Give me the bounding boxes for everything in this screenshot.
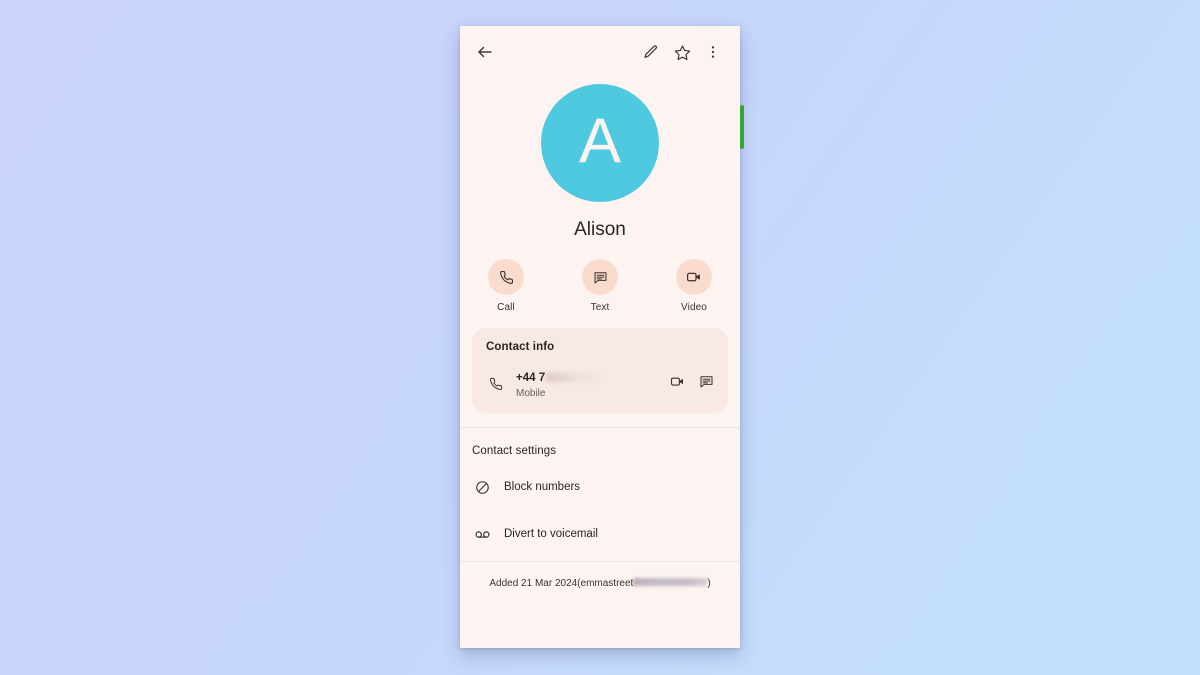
phone-device-frame: A Alison Call Text Video Contact info +4… [460, 26, 740, 648]
back-arrow-icon[interactable] [472, 39, 498, 65]
more-options-icon[interactable] [700, 39, 726, 65]
phone-row-actions [670, 374, 714, 394]
app-top-bar [460, 26, 740, 78]
quick-action-video-label: Video [681, 302, 707, 313]
avatar[interactable]: A [541, 84, 659, 202]
volume-indicator [740, 105, 744, 149]
phone-number-type: Mobile [516, 388, 546, 399]
block-icon [472, 480, 492, 495]
video-icon[interactable] [670, 374, 685, 394]
edit-pencil-icon[interactable] [638, 39, 664, 65]
contact-settings-title: Contact settings [472, 445, 557, 457]
contact-name: Alison [574, 219, 626, 240]
phone-screen: A Alison Call Text Video Contact info +4… [460, 26, 740, 648]
phone-number-redaction [546, 373, 607, 382]
added-footer-text: Added 21 Mar 2024(emmastreet [489, 578, 634, 589]
setting-row-block-numbers[interactable]: Block numbers [472, 470, 728, 504]
favorite-star-icon[interactable] [669, 39, 695, 65]
phone-icon [486, 377, 506, 391]
quick-action-call-label: Call [497, 302, 515, 313]
quick-action-video[interactable]: Video [667, 259, 721, 313]
added-footer: Added 21 Mar 2024(emmastreet) [460, 562, 740, 589]
phone-icon [488, 259, 524, 295]
added-footer-redaction [633, 578, 708, 586]
voicemail-icon [472, 526, 492, 543]
contact-info-section: Contact info +44 7 Mobile [460, 313, 740, 413]
contact-settings-section: Contact settings Block numbers Divert to… [460, 428, 740, 551]
phone-number: +44 7 [516, 371, 607, 385]
contact-info-card: Contact info +44 7 Mobile [472, 328, 728, 413]
added-footer-paren: ) [707, 578, 711, 589]
quick-actions-row: Call Text Video [460, 259, 740, 313]
phone-number-visible: +44 7 [516, 372, 546, 384]
setting-label-block-numbers: Block numbers [504, 481, 581, 493]
quick-action-text-label: Text [590, 302, 610, 313]
quick-action-text[interactable]: Text [573, 259, 627, 313]
video-icon [676, 259, 712, 295]
message-icon [582, 259, 618, 295]
phone-number-row[interactable]: +44 7 Mobile [486, 368, 714, 399]
phone-text-block: +44 7 Mobile [516, 368, 670, 399]
setting-row-divert-voicemail[interactable]: Divert to voicemail [472, 517, 728, 551]
avatar-letter: A [578, 105, 622, 176]
message-icon[interactable] [699, 374, 714, 394]
setting-label-divert-voicemail: Divert to voicemail [504, 528, 598, 540]
avatar-container: A [460, 84, 740, 202]
contact-info-title: Contact info [486, 341, 555, 353]
quick-action-call[interactable]: Call [479, 259, 533, 313]
